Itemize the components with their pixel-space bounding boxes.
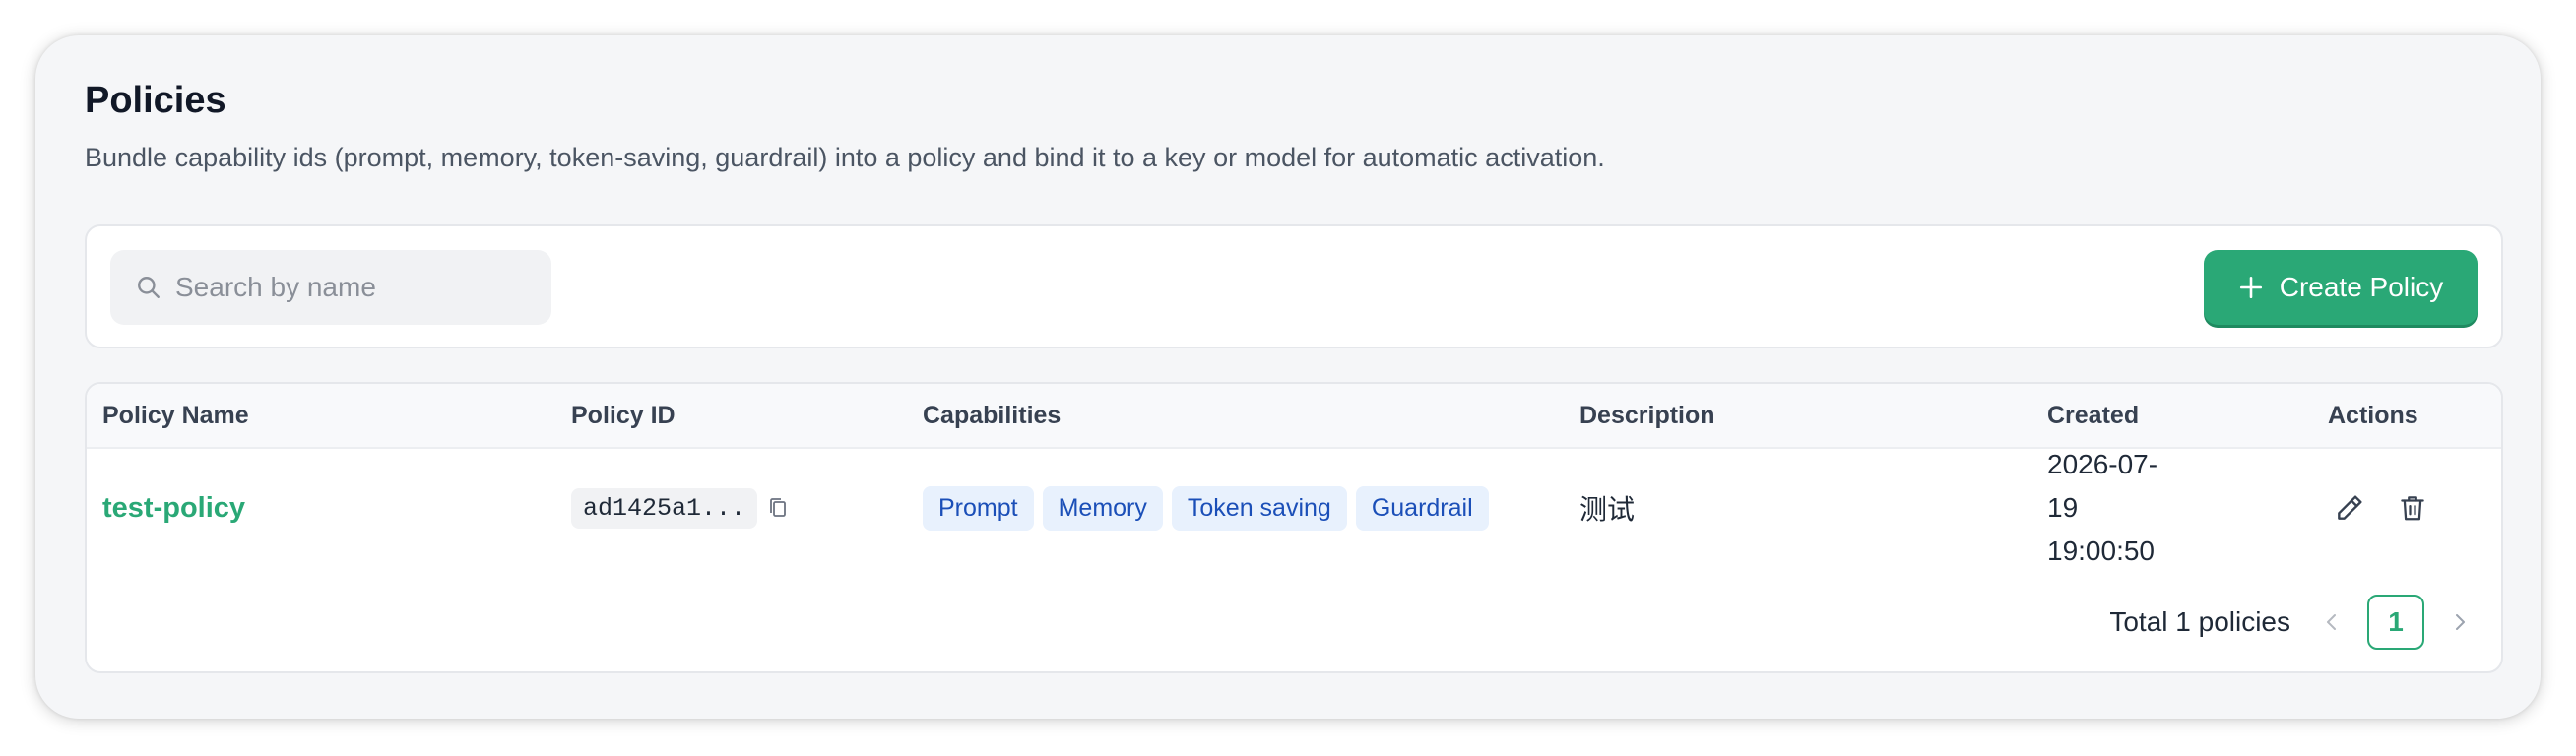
search-input[interactable] <box>173 271 532 304</box>
column-header-capabilities: Capabilities <box>923 402 1062 429</box>
search-box[interactable] <box>110 250 551 325</box>
page-subtitle: Bundle capability ids (prompt, memory, t… <box>85 143 1605 172</box>
table-row: test-policy ad1425a1... Prompt Memory To… <box>87 449 2501 567</box>
prev-page-button[interactable] <box>2312 602 2351 642</box>
chevron-left-icon <box>2327 614 2336 630</box>
policies-panel: Policies Bundle capability ids (prompt, … <box>35 35 2541 719</box>
page-title: Policies <box>85 80 226 121</box>
column-header-actions: Actions <box>2328 402 2418 429</box>
column-header-policy-name: Policy Name <box>102 402 249 429</box>
column-header-description: Description <box>1579 402 1715 429</box>
create-policy-label: Create Policy <box>2279 272 2444 302</box>
trash-icon <box>2401 496 2424 521</box>
pencil-icon <box>2338 495 2362 520</box>
delete-button[interactable] <box>2391 486 2434 530</box>
created-date: 2026-07-19 <box>2047 449 2158 523</box>
toolbar: Create Policy <box>85 224 2503 348</box>
column-header-created: Created <box>2047 402 2140 429</box>
copy-icon <box>770 498 786 517</box>
policy-id-value: ad1425a1... <box>571 487 758 529</box>
copy-id-button[interactable] <box>767 496 789 520</box>
policy-description: 测试 <box>1579 494 1636 525</box>
create-policy-button[interactable]: Create Policy <box>2204 250 2478 325</box>
actions-cell <box>2328 449 2454 567</box>
capability-tag-token-saving: Token saving <box>1171 485 1347 531</box>
created-timestamp: 2026-07-19 19:00:50 <box>2047 443 2185 573</box>
page-number-button[interactable]: 1 <box>2367 595 2424 650</box>
next-page-button[interactable] <box>2440 602 2479 642</box>
plus-icon <box>2239 276 2262 299</box>
chevron-right-icon <box>2456 614 2465 630</box>
column-header-policy-id: Policy ID <box>571 402 676 429</box>
created-time: 19:00:50 <box>2047 536 2155 566</box>
capability-tag-prompt: Prompt <box>923 485 1034 531</box>
pagination: Total 1 policies 1 <box>2109 593 2479 652</box>
policies-table: Policy Name Policy ID Capabilities Descr… <box>85 382 2503 673</box>
capabilities-cell: Prompt Memory Token saving Guardrail <box>923 449 1498 567</box>
capability-tag-memory: Memory <box>1042 485 1163 531</box>
capability-tag-guardrail: Guardrail <box>1355 485 1489 531</box>
policy-name-link[interactable]: test-policy <box>102 492 245 525</box>
search-icon <box>138 277 160 298</box>
edit-button[interactable] <box>2328 486 2371 530</box>
table-header: Policy Name Policy ID Capabilities Descr… <box>87 384 2501 449</box>
total-count: Total 1 policies <box>2109 606 2290 637</box>
